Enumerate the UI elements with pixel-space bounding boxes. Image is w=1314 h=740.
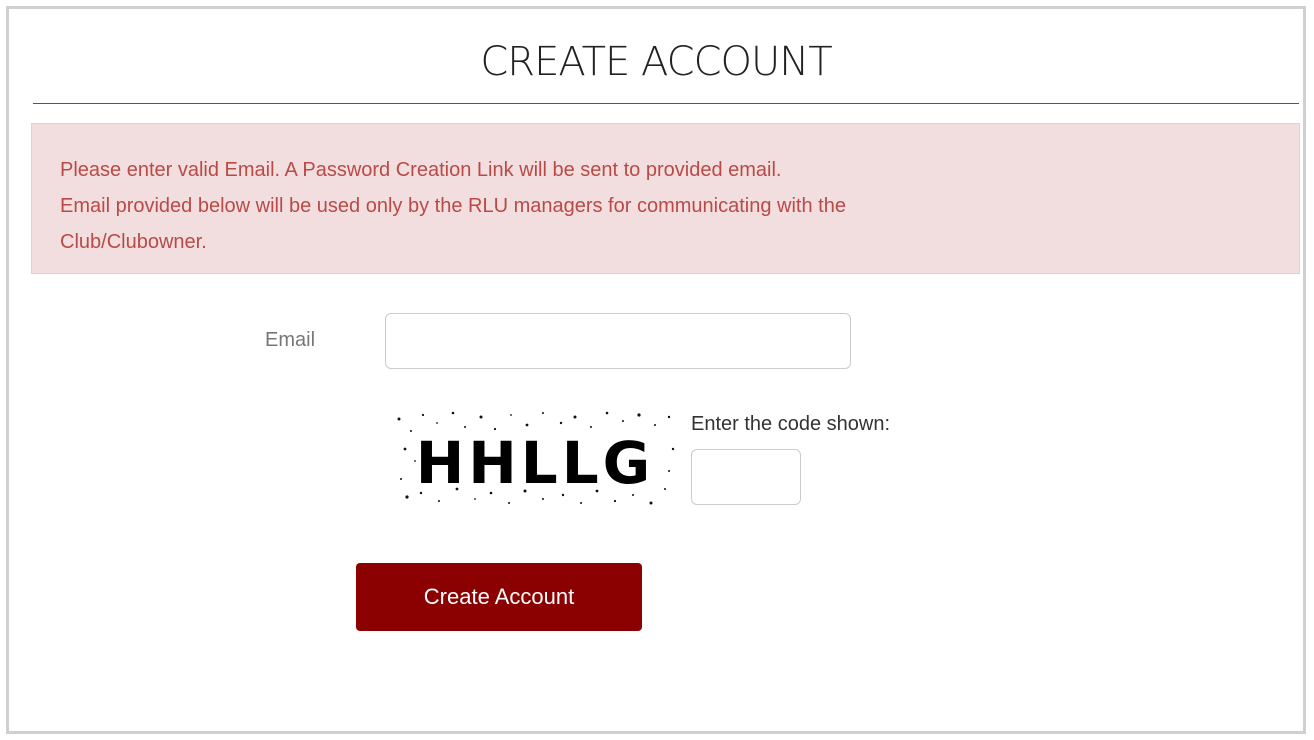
- page-title: CREATE ACCOUNT: [480, 39, 832, 85]
- alert-line-1: Please enter valid Email. A Password Cre…: [60, 159, 782, 181]
- captcha-text: HHLLG: [416, 429, 655, 497]
- captcha-image: HHLLG: [393, 409, 677, 507]
- title-divider: [33, 103, 1299, 104]
- email-label: Email: [265, 329, 316, 351]
- alert-line-2: Email provided below will be used only b…: [60, 195, 846, 217]
- email-field[interactable]: [385, 313, 851, 369]
- info-alert: Please enter valid Email. A Password Cre…: [31, 123, 1300, 274]
- captcha-code-label: Enter the code shown:: [691, 413, 891, 435]
- create-account-button[interactable]: Create Account: [356, 563, 642, 631]
- captcha-code-field[interactable]: [691, 449, 801, 505]
- create-account-panel: CREATE ACCOUNT Please enter valid Email.…: [6, 6, 1306, 734]
- alert-line-3: Club/Clubowner.: [60, 231, 207, 253]
